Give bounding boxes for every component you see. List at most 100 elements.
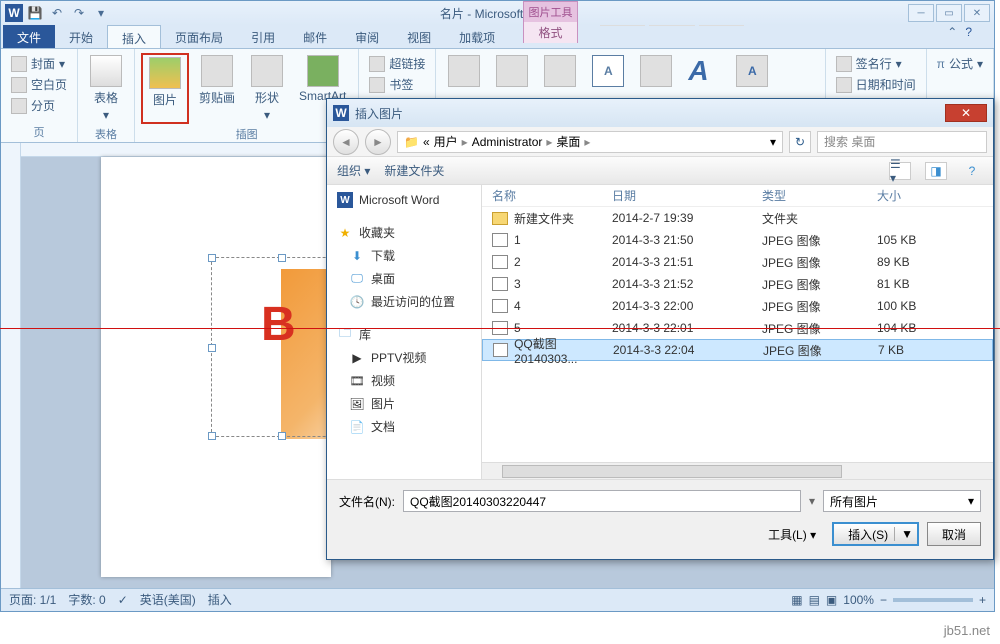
text-box-button[interactable]: A: [586, 53, 630, 89]
nav-recent[interactable]: 🕓最近访问的位置: [331, 290, 477, 313]
nav-pictures[interactable]: 🖼图片: [331, 392, 477, 415]
file-row[interactable]: 32014-3-3 21:52JPEG 图像81 KB: [482, 273, 993, 295]
proofing-icon[interactable]: ✓: [118, 593, 128, 607]
horizontal-scrollbar[interactable]: [482, 462, 993, 479]
refresh-button[interactable]: ↻: [789, 131, 811, 153]
tab-insert[interactable]: 插入: [107, 25, 161, 48]
close-button[interactable]: ✕: [964, 4, 990, 22]
filename-input[interactable]: [403, 490, 801, 512]
image-file-icon: [492, 255, 508, 269]
image-file-icon: [492, 233, 508, 247]
cancel-button[interactable]: 取消: [927, 522, 981, 546]
breadcrumb[interactable]: 📁 « 用户▸ Administrator▸ 桌面▸ ▾: [397, 131, 783, 153]
nav-pptv[interactable]: ▶PPTV视频: [331, 346, 477, 369]
datetime-button[interactable]: 日期和时间: [832, 74, 920, 95]
zoom-in-button[interactable]: +: [979, 593, 986, 607]
file-row[interactable]: QQ截图20140303...2014-3-3 22:04JPEG 图像7 KB: [482, 339, 993, 361]
bookmark-button[interactable]: 书签: [365, 74, 429, 95]
preview-pane-button[interactable]: ◨: [925, 162, 947, 180]
help-icon[interactable]: ?: [965, 25, 972, 48]
zoom-level[interactable]: 100%: [843, 593, 874, 607]
wordart-button[interactable]: A: [682, 53, 726, 89]
tab-view[interactable]: 视图: [393, 25, 445, 48]
vertical-ruler[interactable]: [1, 143, 21, 588]
help-button[interactable]: ?: [961, 162, 983, 180]
group-label-illustrations: 插图: [141, 124, 352, 142]
zoom-out-button[interactable]: −: [880, 593, 887, 607]
shapes-button[interactable]: 形状▾: [245, 53, 289, 124]
tab-mail[interactable]: 邮件: [289, 25, 341, 48]
nav-downloads[interactable]: ⬇下载: [331, 244, 477, 267]
file-row[interactable]: 12014-3-3 21:50JPEG 图像105 KB: [482, 229, 993, 251]
page-indicator[interactable]: 页面: 1/1: [9, 591, 56, 608]
maximize-button[interactable]: ▭: [936, 4, 962, 22]
tab-home[interactable]: 开始: [55, 25, 107, 48]
equation-button[interactable]: π 公式 ▾: [933, 53, 987, 74]
search-input[interactable]: 搜索 桌面: [817, 131, 987, 153]
view-read-icon[interactable]: ▤: [809, 593, 820, 607]
word-icon: W: [333, 105, 349, 121]
view-web-icon[interactable]: ▣: [826, 593, 837, 607]
tab-layout[interactable]: 页面布局: [161, 25, 237, 48]
folder-icon: [492, 212, 508, 225]
page-number-button[interactable]: [538, 53, 582, 89]
word-icon: W: [5, 4, 23, 22]
word-count[interactable]: 字数: 0: [68, 591, 105, 608]
col-size-header[interactable]: 大小: [877, 185, 993, 206]
insert-mode[interactable]: 插入: [208, 591, 232, 608]
image-file-icon: [492, 299, 508, 313]
nav-word[interactable]: WMicrosoft Word: [331, 189, 477, 211]
tab-review[interactable]: 审阅: [341, 25, 393, 48]
tab-references[interactable]: 引用: [237, 25, 289, 48]
save-icon[interactable]: 💾: [25, 3, 45, 23]
col-type-header[interactable]: 类型: [762, 185, 877, 206]
file-row[interactable]: 22014-3-3 21:51JPEG 图像89 KB: [482, 251, 993, 273]
organize-dropdown[interactable]: 组织 ▾: [337, 162, 370, 179]
insert-button[interactable]: 插入(S)▼: [832, 522, 919, 546]
tab-addins[interactable]: 加载项: [445, 25, 509, 48]
minimize-ribbon-icon[interactable]: ⌃: [947, 25, 957, 48]
letter-b: B: [261, 297, 296, 352]
insert-picture-button[interactable]: 图片: [141, 53, 189, 124]
language-indicator[interactable]: 英语(美国): [140, 591, 196, 608]
col-name-header[interactable]: 名称: [482, 185, 612, 206]
header-button[interactable]: [442, 53, 486, 89]
view-print-icon[interactable]: ▦: [791, 593, 802, 607]
signature-button[interactable]: 签名行 ▾: [832, 53, 920, 74]
undo-icon[interactable]: ↶: [47, 3, 67, 23]
nav-favorites[interactable]: ★收藏夹: [331, 221, 477, 244]
file-filter-combo[interactable]: 所有图片▾: [823, 490, 981, 512]
annotation-line: [0, 328, 1000, 329]
table-button[interactable]: 表格▾: [84, 53, 128, 124]
redo-icon[interactable]: ↷: [69, 3, 89, 23]
nav-libraries[interactable]: 🗀库: [331, 323, 477, 346]
cover-page-button[interactable]: 封面 ▾: [7, 53, 71, 74]
folder-row[interactable]: 新建文件夹2014-2-7 19:39文件夹: [482, 207, 993, 229]
watermark: jb51.net: [944, 623, 990, 638]
tools-dropdown[interactable]: 工具(L) ▾: [760, 524, 824, 545]
dialog-close-button[interactable]: ✕: [945, 104, 987, 122]
hyperlink-button[interactable]: 超链接: [365, 53, 429, 74]
dropcap-button[interactable]: A: [730, 53, 774, 89]
file-row[interactable]: 42014-3-3 22:00JPEG 图像100 KB: [482, 295, 993, 317]
nav-video[interactable]: 🎞视频: [331, 369, 477, 392]
image-file-icon: [493, 343, 508, 357]
footer-button[interactable]: [490, 53, 534, 89]
page-break-button[interactable]: 分页: [7, 95, 71, 116]
context-tool-tab[interactable]: 图片工具 格式: [523, 1, 578, 43]
quick-parts-button[interactable]: [634, 53, 678, 89]
minimize-button[interactable]: ─: [908, 4, 934, 22]
tab-file[interactable]: 文件: [3, 25, 55, 48]
nav-documents[interactable]: 📄文档: [331, 415, 477, 438]
nav-desktop[interactable]: 🖵桌面: [331, 267, 477, 290]
view-mode-button[interactable]: ☰ ▾: [889, 162, 911, 180]
nav-forward-button[interactable]: ►: [365, 129, 391, 155]
zoom-slider[interactable]: [893, 598, 973, 602]
folder-icon: 📁: [404, 135, 419, 149]
new-folder-button[interactable]: 新建文件夹: [384, 162, 444, 179]
nav-back-button[interactable]: ◄: [333, 129, 359, 155]
qat-dropdown-icon[interactable]: ▾: [91, 3, 111, 23]
blank-page-button[interactable]: 空白页: [7, 74, 71, 95]
col-date-header[interactable]: 日期: [612, 185, 762, 206]
clipart-button[interactable]: 剪贴画: [193, 53, 241, 124]
